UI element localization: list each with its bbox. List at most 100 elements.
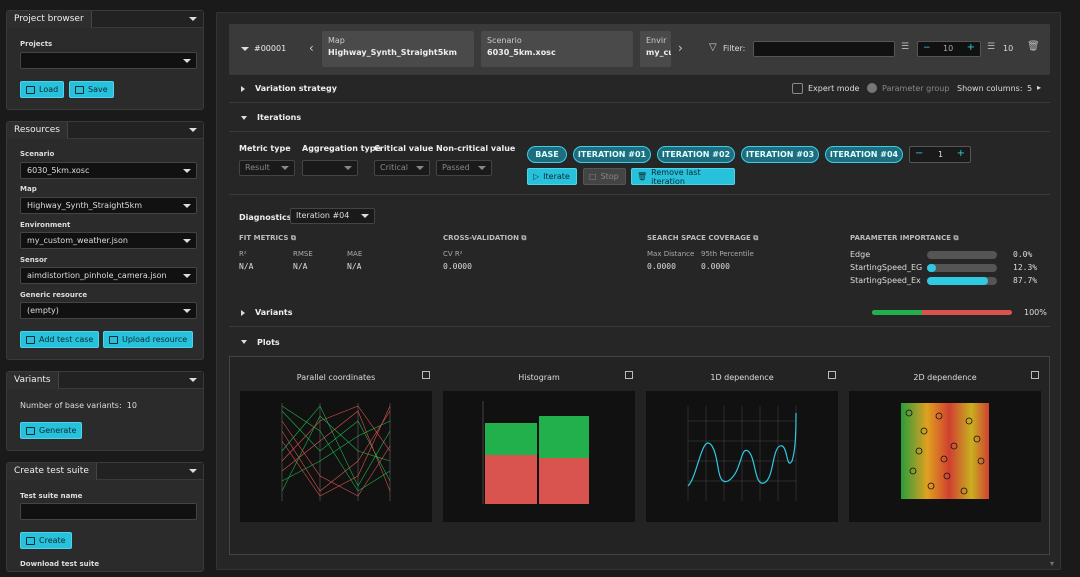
download-test-suite-label: Download test suite [20, 560, 100, 568]
sort-icon[interactable]: ☰ [901, 42, 909, 52]
param-name: StartingSpeed_Ex [850, 276, 921, 285]
upload-resource-button[interactable]: Upload resource [103, 331, 194, 348]
param-importance-value: 0.0% [1013, 250, 1033, 259]
param-importance-value: 12.3% [1013, 263, 1038, 272]
sensor-value: aimdistortion_pinhole_camera.json [27, 271, 167, 280]
external-link-icon[interactable] [625, 371, 633, 379]
variation-strategy-section[interactable]: Variation strategy Expert mode Parameter… [229, 75, 1050, 103]
plus-icon[interactable]: + [957, 148, 965, 159]
collapse-icon[interactable] [189, 128, 197, 132]
environment-card: Envir my_cu [640, 31, 671, 67]
parameter-group-label[interactable]: Parameter group [882, 84, 949, 93]
critical-value-label: Critical value [374, 144, 434, 153]
copy-icon[interactable]: ⧉ [953, 234, 958, 242]
section-title: Plots [257, 337, 280, 347]
external-link-icon[interactable] [422, 371, 430, 379]
create-test-suite-panel: Create test suite Test suite name Create… [6, 462, 204, 572]
page-size-stepper[interactable]: − 10 + [917, 41, 981, 57]
expert-mode-checkbox[interactable] [792, 83, 803, 94]
base-variants-label: Number of base variants: [20, 401, 122, 410]
upload-icon [109, 335, 118, 344]
copy-icon[interactable]: ⧉ [521, 234, 526, 242]
chevron-down-icon [361, 214, 369, 218]
folder-icon [26, 85, 35, 94]
plus-circle-icon[interactable] [867, 83, 877, 93]
iteration-pill-01[interactable]: ITERATION #01 [573, 146, 651, 163]
card-value: 6030_5km.xosc [487, 48, 556, 57]
diagnostics-iteration-select[interactable]: Iteration #04 [290, 208, 375, 224]
iteration-pill-03[interactable]: ITERATION #03 [741, 146, 819, 163]
copy-icon[interactable]: ⧉ [753, 234, 758, 242]
chevron-down-icon [281, 166, 289, 170]
resources-panel: Resources Scenario 6030_5km.xosc Map Hig… [6, 121, 204, 360]
fit-metrics-text: FIT METRICS [239, 234, 289, 242]
collapse-icon[interactable] [189, 469, 197, 473]
non-critical-value-select[interactable]: Passed [436, 160, 492, 176]
critical-value-select[interactable]: Critical [374, 160, 430, 176]
test-suite-name-input[interactable] [20, 503, 197, 520]
chevron-right-icon[interactable]: › [678, 41, 683, 55]
stop-button[interactable]: □ Stop [583, 168, 626, 185]
minus-icon[interactable]: − [923, 43, 931, 53]
collapse-icon[interactable] [189, 17, 197, 21]
percentile-label: 95th Percentile [701, 250, 754, 258]
max-distance-value: 0.0000 [647, 262, 676, 271]
trash-icon[interactable]: 🗑 [1027, 41, 1040, 52]
plots-section[interactable]: Plots [229, 328, 1050, 356]
generic-resource-select[interactable]: (empty) [20, 302, 197, 319]
iteration-pill-04[interactable]: ITERATION #04 [825, 146, 903, 163]
remove-last-iteration-button[interactable]: 🗑 Remove last iteration [631, 168, 735, 186]
iteration-stepper[interactable]: − 1 + [909, 146, 971, 163]
chevron-down-icon [478, 166, 486, 170]
variants-section[interactable]: Variants 100% [229, 299, 1050, 327]
create-button[interactable]: Create [20, 532, 72, 549]
stepper-value: 1 [938, 150, 944, 159]
generate-button[interactable]: Generate [20, 422, 83, 439]
expand-icon[interactable] [241, 85, 245, 92]
scroll-down-icon[interactable]: ▾ [1050, 559, 1054, 568]
external-link-icon[interactable] [828, 371, 836, 379]
map-card: Map Highway_Synth_Straight5km [322, 31, 474, 67]
environment-select[interactable]: my_custom_weather.json [20, 232, 197, 249]
scenario-select[interactable]: 6030_5km.xosc [20, 162, 197, 179]
projects-select[interactable] [20, 52, 197, 69]
iteration-pill-base[interactable]: BASE [527, 146, 567, 163]
add-file-icon [26, 335, 35, 344]
chevron-down-icon [183, 204, 191, 208]
r2-value: N/A [239, 262, 254, 271]
max-distance-label: Max Distance [647, 250, 695, 258]
expand-icon[interactable] [241, 309, 245, 316]
collapse-icon[interactable] [241, 47, 249, 51]
iterations-section[interactable]: Iterations [229, 104, 1050, 132]
collapse-icon[interactable] [241, 340, 247, 344]
collapse-icon[interactable] [189, 378, 197, 382]
iterate-button[interactable]: ▷ Iterate [527, 168, 577, 185]
copy-icon[interactable]: ⧉ [291, 234, 296, 242]
external-link-icon[interactable] [1031, 371, 1039, 379]
chevron-down-icon [183, 169, 191, 173]
filter-input[interactable] [753, 41, 895, 57]
collapse-icon[interactable] [241, 115, 247, 120]
map-select[interactable]: Highway_Synth_Straight5km [20, 197, 197, 214]
plus-icon[interactable]: + [967, 42, 975, 53]
chevron-left-icon[interactable]: ‹ [309, 41, 314, 55]
panel-title: Create test suite [7, 462, 97, 480]
add-test-case-button[interactable]: Add test case [20, 331, 100, 348]
save-button[interactable]: Save [69, 81, 114, 98]
sensor-select[interactable]: aimdistortion_pinhole_camera.json [20, 267, 197, 284]
chevron-right-icon[interactable]: ▸ [1037, 83, 1041, 92]
histogram-plot [443, 391, 635, 522]
1d-dependence-card: 1D dependence [646, 367, 838, 537]
generic-resource-value: (empty) [27, 306, 59, 315]
iteration-pill-02[interactable]: ITERATION #02 [657, 146, 735, 163]
aggregation-type-select[interactable] [302, 160, 358, 176]
chevron-down-icon [344, 166, 352, 170]
param-importance-bar [927, 277, 997, 285]
add-test-case-label: Add test case [39, 335, 94, 344]
parallel-coordinates-card: Parallel coordinates [240, 367, 432, 537]
param-importance-bar [927, 251, 997, 259]
load-button[interactable]: Load [20, 81, 65, 98]
minus-icon[interactable]: − [915, 148, 923, 159]
metric-type-select[interactable]: Result [239, 160, 295, 176]
rmse-label: RMSE [293, 250, 313, 258]
